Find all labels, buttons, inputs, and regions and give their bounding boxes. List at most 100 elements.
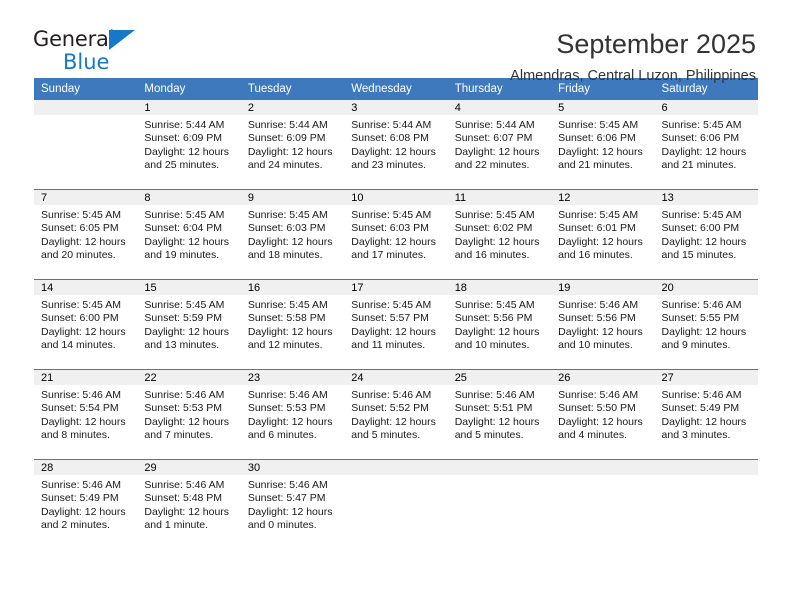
calendar-day-cell[interactable]: 6 Sunrise: 5:45 AM Sunset: 6:06 PM Daylight… bbox=[654, 100, 758, 190]
daylight-text: Daylight: 12 hours and 1 minute. bbox=[144, 505, 230, 532]
daylight-text: Daylight: 12 hours and 19 minutes. bbox=[144, 235, 230, 262]
day-number bbox=[447, 460, 552, 475]
calendar-week-row: 14 Sunrise: 5:45 AM Sunset: 6:00 PM Dayligh… bbox=[34, 279, 758, 370]
title-block: September 2025 Almendras, Central Luzon,… bbox=[153, 27, 756, 86]
day-number: 16 bbox=[240, 280, 345, 295]
calendar-day-cell[interactable]: 18 Sunrise: 5:45 AM Sunset: 5:56 PM Dayligh… bbox=[447, 279, 552, 370]
sunrise-text: Sunrise: 5:46 AM bbox=[41, 479, 121, 491]
daylight-text: Daylight: 12 hours and 0 minutes. bbox=[247, 505, 333, 532]
calendar-day-cell[interactable]: 16 Sunrise: 5:45 AM Sunset: 5:58 PM Dayligh… bbox=[240, 279, 345, 370]
calendar-day-cell[interactable]: 7 Sunrise: 5:45 AM Sunset: 6:05 PM Daylight… bbox=[34, 189, 138, 280]
general-blue-logo[interactable]: General Blue bbox=[33, 27, 153, 75]
calendar-day-cell[interactable]: 29 Sunrise: 5:46 AM Sunset: 5:48 PM Dayligh… bbox=[137, 459, 241, 549]
day-details: Sunrise: 5:46 AM Sunset: 5:55 PM Daylight:… bbox=[655, 295, 758, 353]
daylight-text: Daylight: 12 hours and 16 minutes. bbox=[558, 235, 643, 262]
calendar-day-cell[interactable]: 19 Sunrise: 5:46 AM Sunset: 5:56 PM Dayligh… bbox=[551, 279, 655, 370]
calendar-day-cell[interactable]: 12 Sunrise: 5:45 AM Sunset: 6:01 PM Dayligh… bbox=[551, 189, 655, 280]
calendar-day-cell[interactable]: 11 Sunrise: 5:45 AM Sunset: 6:02 PM Dayligh… bbox=[447, 189, 552, 280]
sunset-text: Sunset: 5:57 PM bbox=[351, 312, 429, 325]
day-details: Sunrise: 5:45 AM Sunset: 5:58 PM Daylight:… bbox=[241, 295, 344, 353]
sunset-text: Sunset: 5:59 PM bbox=[144, 312, 223, 325]
day-number: 26 bbox=[551, 370, 655, 385]
day-details: Sunrise: 5:46 AM Sunset: 5:51 PM Daylight:… bbox=[448, 385, 551, 443]
day-number: 5 bbox=[551, 100, 655, 115]
day-details: Sunrise: 5:46 AM Sunset: 5:47 PM Daylight:… bbox=[241, 475, 344, 533]
calendar-day-cell[interactable]: 10 Sunrise: 5:45 AM Sunset: 6:03 PM Dayligh… bbox=[344, 189, 448, 280]
sunset-text: Sunset: 6:09 PM bbox=[144, 132, 223, 145]
day-number: 19 bbox=[551, 280, 655, 295]
calendar-week-row: 7 Sunrise: 5:45 AM Sunset: 6:05 PM Daylight… bbox=[34, 189, 758, 280]
calendar-day-cell[interactable]: 9 Sunrise: 5:45 AM Sunset: 6:03 PM Daylight… bbox=[240, 189, 345, 280]
sunset-text: Sunset: 6:04 PM bbox=[144, 222, 223, 235]
sunrise-text: Sunrise: 5:46 AM bbox=[454, 389, 535, 401]
calendar-page: General Blue September 2025 Almendras, C… bbox=[0, 0, 792, 612]
sunset-text: Sunset: 5:54 PM bbox=[41, 402, 119, 415]
calendar-day-cell[interactable]: 25 Sunrise: 5:46 AM Sunset: 5:51 PM Dayligh… bbox=[447, 369, 552, 460]
sunrise-text: Sunrise: 5:45 AM bbox=[144, 299, 225, 311]
daylight-text: Daylight: 12 hours and 5 minutes. bbox=[351, 415, 436, 442]
day-number: 1 bbox=[137, 100, 241, 115]
day-details: Sunrise: 5:46 AM Sunset: 5:49 PM Daylight:… bbox=[655, 385, 758, 443]
daylight-text: Daylight: 12 hours and 11 minutes. bbox=[351, 325, 436, 352]
day-number: 27 bbox=[654, 370, 758, 385]
sunrise-text: Sunrise: 5:46 AM bbox=[247, 479, 328, 491]
sunrise-text: Sunrise: 5:45 AM bbox=[41, 209, 121, 221]
calendar-day-cell[interactable]: 27 Sunrise: 5:46 AM Sunset: 5:49 PM Dayligh… bbox=[654, 369, 758, 460]
day-number: 13 bbox=[654, 190, 758, 205]
sunrise-text: Sunrise: 5:45 AM bbox=[351, 209, 432, 221]
sunset-text: Sunset: 6:08 PM bbox=[351, 132, 429, 145]
day-details: Sunrise: 5:46 AM Sunset: 5:54 PM Daylight:… bbox=[34, 385, 137, 443]
daylight-text: Daylight: 12 hours and 25 minutes. bbox=[144, 145, 230, 172]
day-details: Sunrise: 5:45 AM Sunset: 6:06 PM Daylight:… bbox=[655, 115, 758, 173]
calendar-day-cell-empty bbox=[344, 459, 448, 549]
sunset-text: Sunset: 5:53 PM bbox=[247, 402, 326, 415]
daylight-text: Daylight: 12 hours and 17 minutes. bbox=[351, 235, 436, 262]
calendar-day-cell-empty bbox=[551, 459, 655, 549]
calendar-day-cell[interactable]: 30 Sunrise: 5:46 AM Sunset: 5:47 PM Dayligh… bbox=[240, 459, 345, 549]
day-number: 15 bbox=[137, 280, 241, 295]
calendar-day-cell[interactable]: 13 Sunrise: 5:45 AM Sunset: 6:00 PM Dayligh… bbox=[654, 189, 758, 280]
calendar-day-cell[interactable]: 20 Sunrise: 5:46 AM Sunset: 5:55 PM Dayligh… bbox=[654, 279, 758, 370]
sunset-text: Sunset: 5:55 PM bbox=[661, 312, 740, 325]
calendar-day-cell[interactable]: 15 Sunrise: 5:45 AM Sunset: 5:59 PM Dayligh… bbox=[137, 279, 241, 370]
sunrise-text: Sunrise: 5:45 AM bbox=[454, 299, 535, 311]
sunrise-sunset-calendar: Sunday Monday Tuesday Wednesday Thursday Frid… bbox=[34, 78, 758, 549]
day-details: Sunrise: 5:46 AM Sunset: 5:52 PM Daylight:… bbox=[344, 385, 447, 443]
calendar-day-cell[interactable]: 3 Sunrise: 5:44 AM Sunset: 6:08 PM Daylight… bbox=[344, 100, 448, 190]
calendar-day-cell[interactable]: 23 Sunrise: 5:46 AM Sunset: 5:53 PM Dayligh… bbox=[240, 369, 345, 460]
day-details: Sunrise: 5:45 AM Sunset: 5:57 PM Daylight:… bbox=[344, 295, 447, 353]
daylight-text: Daylight: 12 hours and 15 minutes. bbox=[661, 235, 747, 262]
daylight-text: Daylight: 12 hours and 2 minutes. bbox=[41, 505, 126, 532]
day-number: 11 bbox=[447, 190, 552, 205]
calendar-day-cell[interactable]: 14 Sunrise: 5:45 AM Sunset: 6:00 PM Dayligh… bbox=[34, 279, 138, 370]
calendar-day-cell[interactable]: 17 Sunrise: 5:45 AM Sunset: 5:57 PM Dayligh… bbox=[344, 279, 448, 370]
sunrise-text: Sunrise: 5:44 AM bbox=[144, 119, 225, 131]
sunrise-text: Sunrise: 5:45 AM bbox=[41, 299, 121, 311]
page-header: General Blue September 2025 Almendras, C… bbox=[0, 0, 792, 84]
calendar-day-cell[interactable]: 21 Sunrise: 5:46 AM Sunset: 5:54 PM Dayligh… bbox=[34, 369, 138, 460]
day-number: 18 bbox=[447, 280, 552, 295]
day-number bbox=[551, 460, 655, 475]
calendar-day-cell[interactable]: 2 Sunrise: 5:44 AM Sunset: 6:09 PM Daylight… bbox=[240, 100, 345, 190]
calendar-day-cell[interactable]: 24 Sunrise: 5:46 AM Sunset: 5:52 PM Dayligh… bbox=[344, 369, 448, 460]
sunset-text: Sunset: 6:00 PM bbox=[41, 312, 119, 325]
calendar-day-cell[interactable]: 22 Sunrise: 5:46 AM Sunset: 5:53 PM Dayligh… bbox=[137, 369, 241, 460]
day-number bbox=[34, 100, 138, 115]
calendar-day-cell[interactable]: 28 Sunrise: 5:46 AM Sunset: 5:49 PM Dayligh… bbox=[34, 459, 138, 549]
calendar-day-cell[interactable]: 8 Sunrise: 5:45 AM Sunset: 6:04 PM Daylight… bbox=[137, 189, 241, 280]
day-details: Sunrise: 5:45 AM Sunset: 6:00 PM Daylight:… bbox=[655, 205, 758, 263]
day-number: 3 bbox=[344, 100, 448, 115]
sunrise-text: Sunrise: 5:46 AM bbox=[144, 389, 225, 401]
day-number: 22 bbox=[137, 370, 241, 385]
calendar-week-row: 28 Sunrise: 5:46 AM Sunset: 5:49 PM Dayligh… bbox=[34, 459, 758, 549]
calendar-day-cell[interactable]: 26 Sunrise: 5:46 AM Sunset: 5:50 PM Dayligh… bbox=[551, 369, 655, 460]
day-number: 10 bbox=[344, 190, 448, 205]
day-details: Sunrise: 5:44 AM Sunset: 6:07 PM Daylight:… bbox=[448, 115, 551, 173]
day-number: 8 bbox=[137, 190, 241, 205]
calendar-day-cell[interactable]: 4 Sunrise: 5:44 AM Sunset: 6:07 PM Daylight… bbox=[447, 100, 552, 190]
calendar-day-cell[interactable]: 1 Sunrise: 5:44 AM Sunset: 6:09 PM Daylight… bbox=[137, 100, 241, 190]
sunset-text: Sunset: 6:06 PM bbox=[558, 132, 636, 145]
day-details: Sunrise: 5:46 AM Sunset: 5:53 PM Daylight:… bbox=[137, 385, 240, 443]
calendar-day-cell[interactable]: 5 Sunrise: 5:45 AM Sunset: 6:06 PM Daylight… bbox=[551, 100, 655, 190]
daylight-text: Daylight: 12 hours and 3 minutes. bbox=[661, 415, 747, 442]
